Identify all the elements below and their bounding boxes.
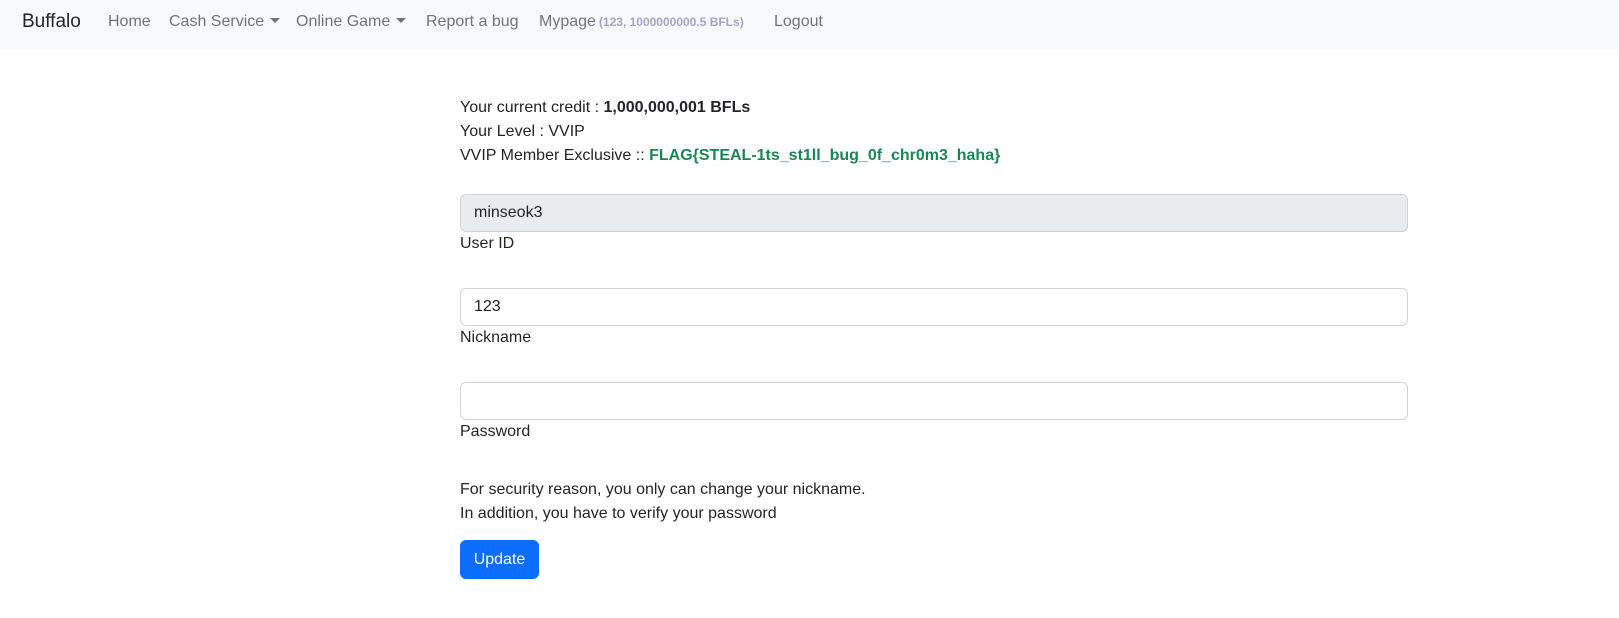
level-value: VVIP [548,123,585,140]
nav-cash-service-label: Cash Service [169,13,265,30]
mypage-balance-info: (123, 1000000000.5 BFLs) [598,15,744,29]
nav-cash-service-dropdown[interactable]: Cash Service [169,13,281,31]
nav-report-bug[interactable]: Report a bug [426,13,519,31]
level-label: Your Level : [460,123,549,140]
nav-online-game-label: Online Game [296,13,391,30]
navbar: Buffalo Home Cash Service Online Game Re… [0,0,1619,49]
credit-line: Your current credit : 1,000,000,001 BFLs [460,96,1408,120]
chevron-down-icon [396,18,407,23]
nickname-label: Nickname [460,329,532,346]
user-id-label: User ID [460,235,515,252]
chevron-down-icon [270,18,281,23]
credit-value: 1,000,000,001 BFLs [603,99,751,116]
security-note-line-2: In addition, you have to verify your pas… [460,505,777,522]
flag-text: FLAG{STEAL-1ts_st1ll_bug_0f_chr0m3_haha} [649,147,1001,164]
nav-mypage-label: Mypage [539,13,596,30]
level-line: Your Level : VVIP [460,120,1408,144]
account-info: Your current credit : 1,000,000,001 BFLs… [460,96,1408,168]
brand-link[interactable]: Buffalo [22,11,81,33]
nav-home[interactable]: Home [108,13,151,31]
user-id-input[interactable] [460,194,1408,232]
nickname-input[interactable] [460,288,1408,326]
nav-online-game-dropdown[interactable]: Online Game [296,13,407,31]
nav-mypage[interactable]: Mypage (123, 1000000000.5 BFLs) [539,13,744,31]
exclusive-label: VVIP Member Exclusive :: [460,147,650,164]
update-button[interactable]: Update [460,540,539,579]
security-note: For security reason, you only can change… [460,478,866,526]
nav-logout[interactable]: Logout [774,13,823,31]
password-input[interactable] [460,382,1408,420]
exclusive-line: VVIP Member Exclusive :: FLAG{STEAL-1ts_… [460,144,1408,168]
password-label: Password [460,423,531,440]
security-note-line-1: For security reason, you only can change… [460,481,866,498]
credit-label: Your current credit : [460,99,604,116]
